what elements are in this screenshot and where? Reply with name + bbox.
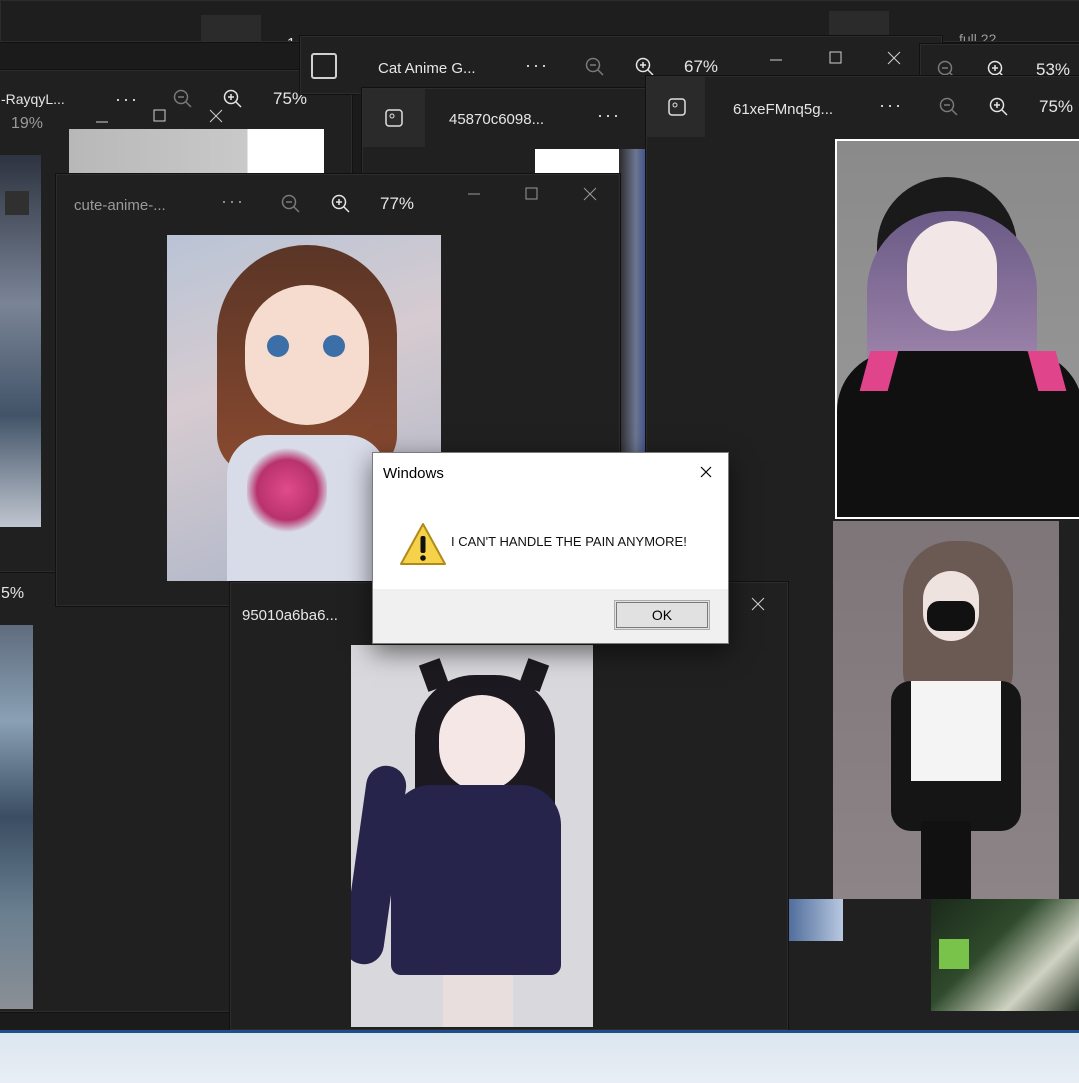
- warning-icon: [400, 523, 446, 565]
- zoom-in-icon[interactable]: [223, 89, 243, 109]
- zoom-in-icon[interactable]: [331, 194, 351, 214]
- dialog-footer: OK: [373, 589, 728, 643]
- photos-app-icon: [5, 191, 29, 215]
- photos-app-icon: [385, 109, 403, 127]
- photos-app-icon: [668, 98, 686, 116]
- ok-button[interactable]: OK: [614, 600, 710, 630]
- maximize-icon[interactable]: [829, 51, 843, 65]
- zoom-out-icon[interactable]: [281, 194, 301, 214]
- green-thumbnail: [931, 899, 1079, 1011]
- zoom-in-icon[interactable]: [989, 97, 1009, 117]
- more-button[interactable]: ···: [115, 89, 139, 110]
- anime-image-mask-girl: [833, 521, 1059, 899]
- minimize-icon[interactable]: [467, 187, 481, 201]
- more-button[interactable]: ···: [221, 191, 245, 212]
- top-title-far-right: full 22: [959, 31, 997, 42]
- zoom-in-icon[interactable]: [635, 57, 655, 77]
- photos-app-icon: [311, 53, 337, 79]
- more-button[interactable]: ···: [879, 95, 903, 116]
- maximize-icon[interactable]: [525, 187, 539, 201]
- window-title: 45870c6098...: [449, 111, 545, 128]
- zoom-out-icon[interactable]: [585, 57, 605, 77]
- close-icon[interactable]: [583, 187, 597, 201]
- zoom-level: 5%: [1, 585, 25, 602]
- minimize-icon[interactable]: [95, 115, 109, 129]
- window-title: Cat Anime G...: [378, 60, 476, 77]
- window-title: -RayqyL...: [1, 91, 65, 107]
- close-icon[interactable]: [700, 466, 712, 478]
- zoom-level: 67%: [684, 57, 719, 76]
- cat-ear-image: [69, 129, 324, 174]
- maximize-icon[interactable]: [153, 109, 167, 123]
- window-title: 95010a6ba6...: [242, 607, 338, 624]
- message-dialog[interactable]: Windows I CAN'T HANDLE THE PAIN ANYMORE!…: [372, 452, 729, 644]
- more-button[interactable]: ···: [597, 105, 621, 126]
- top-title-partial: 1: [287, 35, 295, 41]
- photos-app-icon: [201, 15, 261, 41]
- zoom-out-icon[interactable]: [939, 97, 959, 117]
- taskbar[interactable]: [0, 1030, 1079, 1083]
- zoom-level-inner: 19%: [11, 115, 44, 132]
- dialog-message: I CAN'T HANDLE THE PAIN ANYMORE!: [451, 534, 687, 549]
- more-button[interactable]: ···: [525, 55, 549, 76]
- city-image: [0, 625, 33, 1009]
- close-icon[interactable]: [751, 597, 765, 611]
- close-icon[interactable]: [209, 109, 223, 123]
- anime-image-hoodie-girl: [835, 139, 1079, 519]
- minimize-icon[interactable]: [769, 53, 783, 67]
- close-icon[interactable]: [887, 51, 901, 65]
- zoom-level: 77%: [380, 194, 415, 213]
- zoom-out-icon[interactable]: [173, 89, 193, 109]
- thumbnail-strip: [787, 899, 843, 941]
- window-far-left[interactable]: 5%: [0, 560, 232, 1012]
- window-title: cute-anime-...: [74, 197, 166, 214]
- dialog-title: Windows: [383, 465, 444, 482]
- zoom-level: 75%: [1039, 97, 1074, 116]
- window-title: 61xeFMnq5g...: [733, 101, 834, 118]
- window-95010[interactable]: 95010a6ba6...: [230, 582, 788, 1030]
- anime-image-cat-ear-girl: [351, 645, 593, 1027]
